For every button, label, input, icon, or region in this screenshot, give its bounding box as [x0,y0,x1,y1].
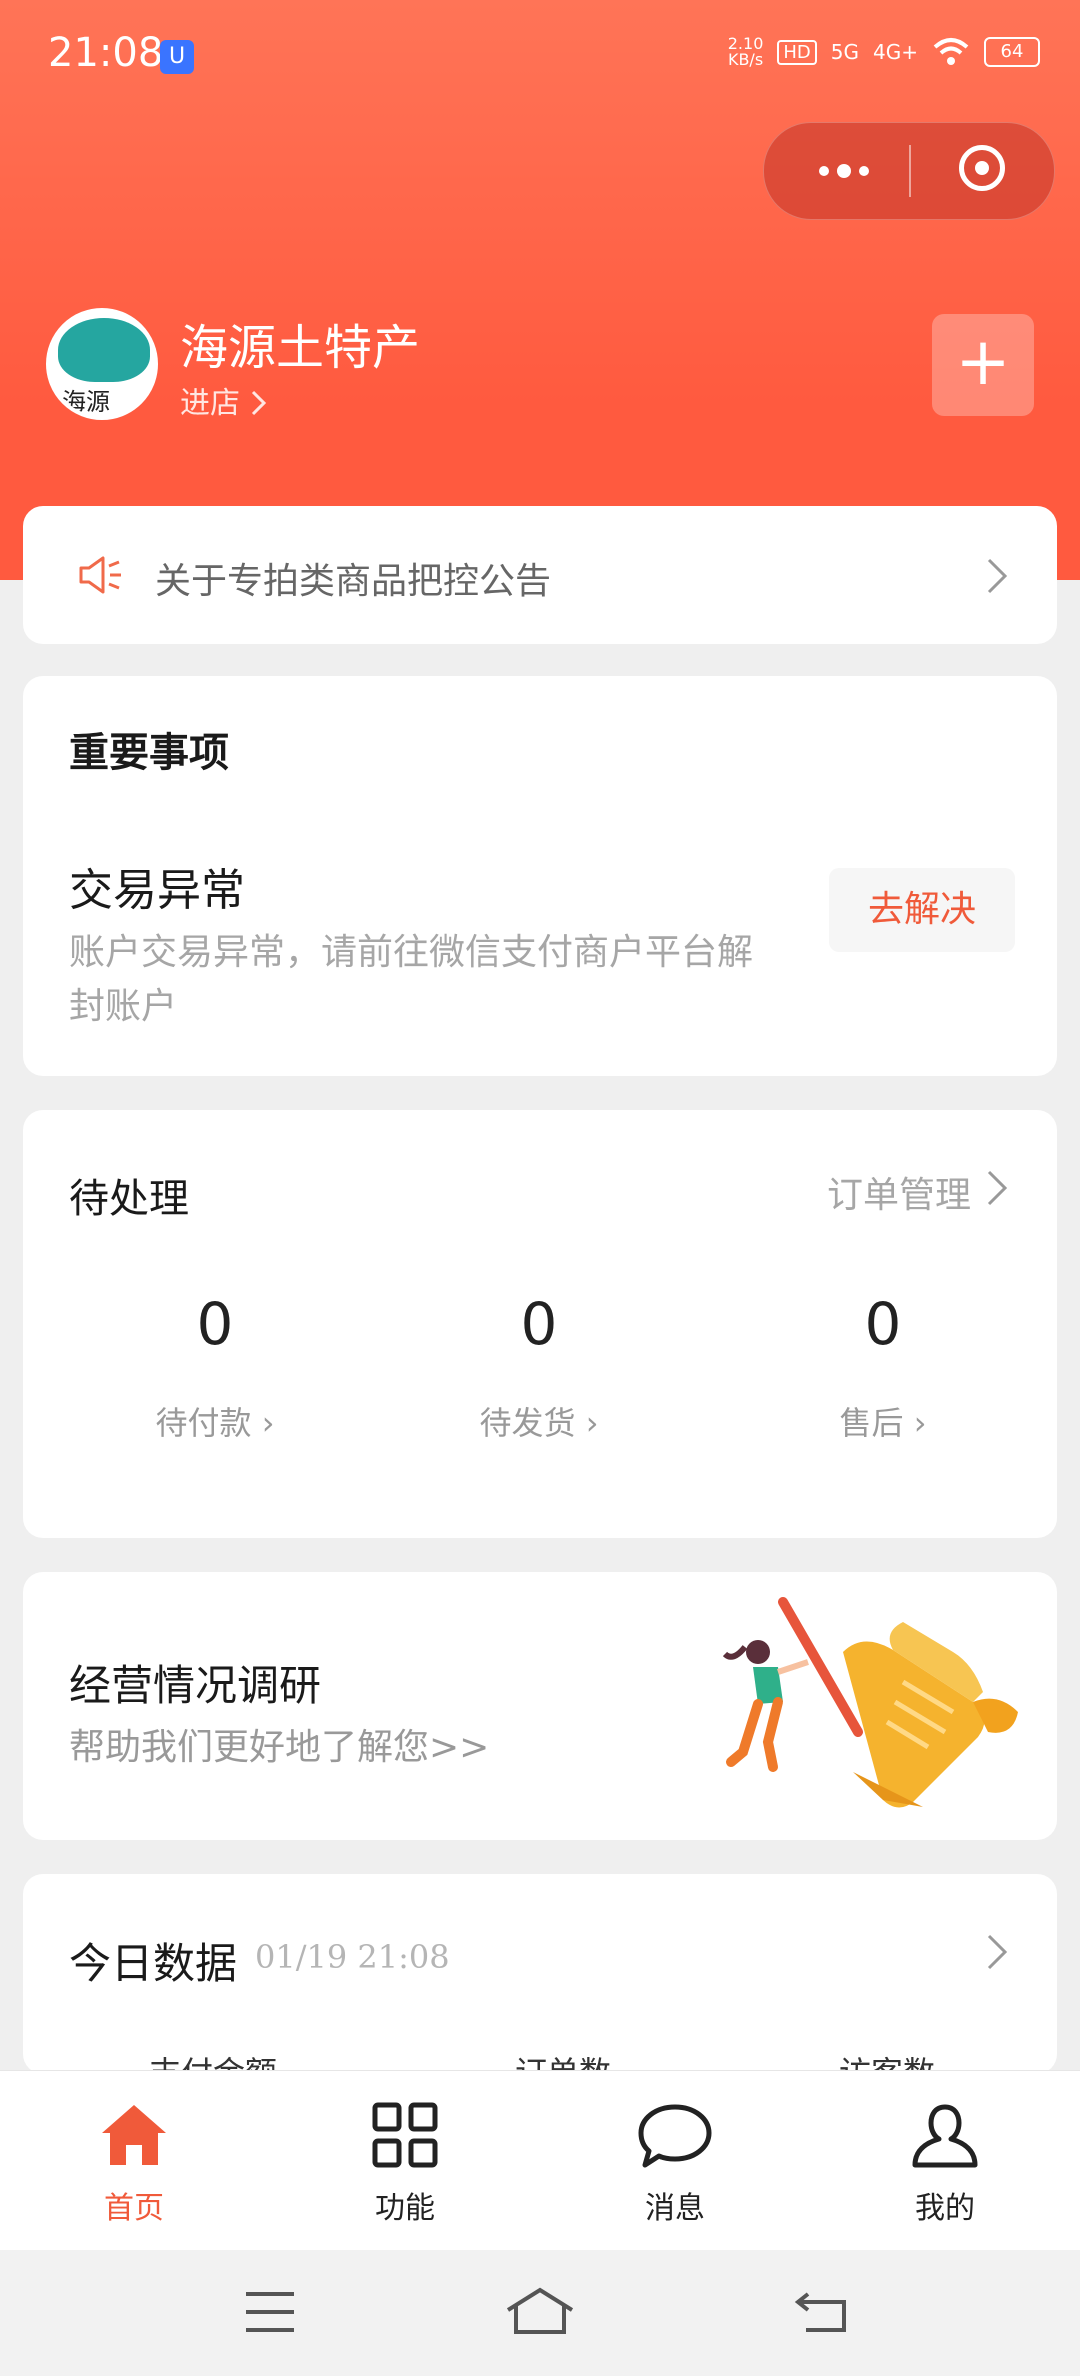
tab-messages[interactable]: 消息 [595,2101,755,2227]
status-indicators: 2.10 KB/s HD 5G 4G+ 64 [728,36,1040,68]
avatar-logo-text: 海源 [62,388,110,416]
close-target-icon[interactable] [959,145,1005,191]
chevron-right-icon: › [913,1404,927,1442]
chevron-right-icon [987,1934,1008,1970]
stat-after-sales[interactable]: 0 售后 › [763,1290,1003,1444]
survey-subtitle: 帮助我们更好地了解您>> [69,1727,490,1768]
menu-icon[interactable] [244,2290,296,2334]
more-menu-icon[interactable] [804,149,884,193]
stat-pending-payment[interactable]: 0 待付款 › [95,1290,335,1444]
order-management-link[interactable]: 订单管理 [827,1166,971,1218]
chevron-right-icon: › [261,1404,275,1442]
today-title: 今日数据 [69,1939,238,1988]
chevron-right-icon [987,1170,1008,1206]
survey-banner[interactable]: 经营情况调研 帮助我们更好地了解您>> [23,1572,1057,1840]
chevron-right-icon [987,558,1008,594]
issue-title: 交易异常 [69,865,245,916]
shop-avatar[interactable]: 海源 [46,308,158,420]
today-data-card[interactable]: 今日数据 01/19 21:08 支付金额 订单数 访客数 [23,1874,1057,2092]
resolve-button[interactable]: 去解决 [829,868,1015,952]
signal-5g-icon: 5G [830,40,860,64]
miniprogram-capsule [763,122,1055,220]
notice-bar[interactable]: 关于专拍类商品把控公告 [23,506,1057,644]
person-icon [912,2104,978,2168]
signal-4g-icon: 4G+ [873,40,918,64]
home-nav-icon[interactable] [504,2286,576,2336]
stat-value: 0 [520,1290,558,1358]
tab-home[interactable]: 首页 [54,2101,214,2227]
today-datetime: 01/19 21:08 [255,1938,450,1976]
stat-value: 0 [864,1290,902,1358]
tab-functions[interactable]: 功能 [325,2101,485,2227]
bottom-tab-bar: 首页 功能 消息 我的 [0,2070,1080,2251]
shop-name: 海源土特产 [180,320,421,376]
tab-profile[interactable]: 我的 [865,2101,1025,2227]
chat-bubble-icon [638,2104,712,2168]
home-icon [102,2105,166,2165]
tab-label: 功能 [375,2191,435,2226]
grid-icon [372,2102,438,2168]
battery-icon: 64 [984,37,1040,67]
stat-value: 0 [196,1290,234,1358]
hd-icon: HD [777,39,817,65]
chevron-right-icon: › [585,1404,599,1442]
net-speed: 2.10 KB/s [727,34,764,69]
tab-label: 我的 [915,2191,975,2226]
enter-shop-link[interactable]: 进店 [180,378,268,422]
stat-label: 待发货 › [479,1404,599,1442]
stat-pending-shipment[interactable]: 0 待发货 › [419,1290,659,1444]
tab-label: 消息 [645,2191,705,2226]
important-title: 重要事项 [69,730,229,776]
status-bar: 21:08 U 2.10 KB/s HD 5G 4G+ 64 [0,0,1080,110]
wifi-icon [933,38,969,65]
survey-title: 经营情况调研 [69,1661,322,1710]
important-card: 重要事项 交易异常 账户交易异常，请前往微信支付商户平台解封账户 去解决 [23,676,1057,1076]
pending-card: 待处理 订单管理 0 待付款 › 0 待发货 › 0 售后 › [23,1110,1057,1538]
stat-label: 待付款 › [155,1404,275,1442]
survey-illustration [723,1597,1018,1808]
notification-badge-icon: U [160,40,194,74]
stat-label: 售后 › [839,1404,927,1442]
back-icon[interactable] [794,2288,850,2334]
megaphone-icon [79,556,121,594]
issue-description: 账户交易异常，请前往微信支付商户平台解封账户 [69,932,754,1027]
tab-label: 首页 [104,2191,164,2226]
chevron-right-icon [251,390,266,416]
status-time: 21:08 [48,30,164,76]
pending-title: 待处理 [69,1176,189,1222]
notice-text: 关于专拍类商品把控公告 [155,561,552,602]
avatar-logo-shape [58,318,150,382]
capsule-divider [909,145,911,197]
add-button[interactable]: + [932,314,1034,416]
system-navigation-bar [0,2250,1080,2376]
enter-shop-label: 进店 [180,386,240,421]
